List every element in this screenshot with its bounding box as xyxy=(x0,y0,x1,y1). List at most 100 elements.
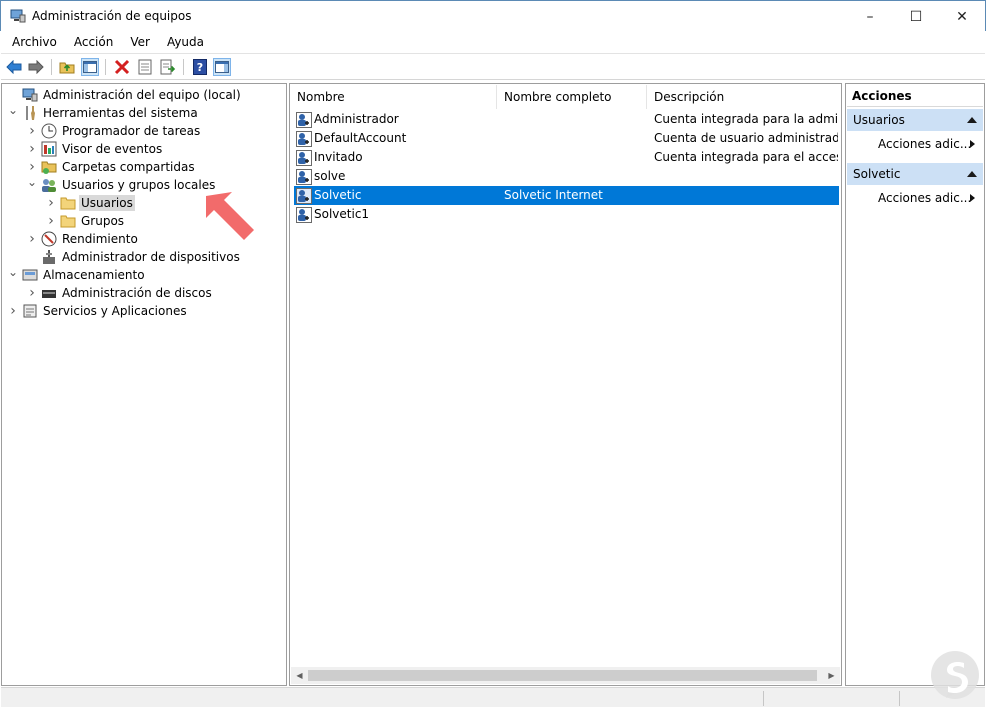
cell-nombre-completo: Solvetic Internet xyxy=(504,188,603,202)
tree-item-label: Almacenamiento xyxy=(43,268,145,282)
chevron-right-icon[interactable]: › xyxy=(25,123,39,139)
tree-item-label: Administración del equipo (local) xyxy=(43,88,241,102)
menu-archivo[interactable]: Archivo xyxy=(3,31,65,53)
shared-folder-icon xyxy=(41,159,57,175)
back-button[interactable] xyxy=(5,58,23,76)
tree-item[interactable]: › Administración de discos xyxy=(25,284,214,302)
storage-icon xyxy=(22,267,38,283)
status-divider xyxy=(899,691,900,706)
services-icon xyxy=(22,303,38,319)
tree-item-label: Usuarios y grupos locales xyxy=(62,178,216,192)
disk-icon xyxy=(41,285,57,301)
help-button[interactable]: ? xyxy=(191,58,209,76)
user-account-icon xyxy=(296,149,312,166)
chevron-right-icon[interactable]: › xyxy=(25,159,39,175)
folder-icon xyxy=(60,213,76,229)
tree-item[interactable]: › Usuarios xyxy=(44,194,135,212)
minimize-icon: – xyxy=(866,8,874,25)
submenu-arrow-icon xyxy=(970,194,975,202)
user-account-icon xyxy=(296,130,312,147)
tree-item-label: Visor de eventos xyxy=(62,142,163,156)
chevron-down-icon[interactable]: ⌄ xyxy=(6,103,20,117)
export-list-button[interactable] xyxy=(159,58,177,76)
tree-item[interactable]: › Carpetas compartidas xyxy=(25,158,197,176)
chevron-right-icon[interactable]: › xyxy=(44,195,58,211)
column-header-nombre-completo[interactable]: Nombre completo xyxy=(497,85,647,109)
help-icon: ? xyxy=(193,59,207,75)
tree-item[interactable]: › Servicios y Aplicaciones xyxy=(6,302,189,320)
table-row[interactable]: Solvetic Solvetic Internet xyxy=(294,186,839,205)
tree-item[interactable]: ⌄ Almacenamiento xyxy=(6,265,147,284)
collapse-up-icon[interactable] xyxy=(967,117,977,123)
menu-bar: Archivo Acción Ver Ayuda xyxy=(1,31,985,53)
chevron-right-icon[interactable]: › xyxy=(25,141,39,157)
show-hide-tree-button[interactable] xyxy=(81,58,99,76)
tree-item-label: Servicios y Aplicaciones xyxy=(43,304,187,318)
table-row[interactable]: solve xyxy=(294,167,839,186)
computer-management-icon xyxy=(10,9,26,23)
user-account-icon xyxy=(296,187,312,204)
table-row[interactable]: Solvetic1 xyxy=(294,205,839,224)
close-button[interactable]: ✕ xyxy=(939,1,985,32)
forward-button[interactable] xyxy=(27,58,45,76)
cell-nombre: Solvetic xyxy=(314,188,362,202)
tree-item[interactable]: ⌄ Usuarios y grupos locales xyxy=(25,175,217,194)
up-level-button[interactable] xyxy=(58,58,76,76)
table-row[interactable]: Administrador Cuenta integrada para la ad… xyxy=(294,110,839,129)
horizontal-scrollbar[interactable]: ◀ ▶ xyxy=(291,667,840,684)
menu-ayuda[interactable]: Ayuda xyxy=(158,31,212,53)
tree-item[interactable]: › Programador de tareas xyxy=(25,122,202,140)
maximize-button[interactable]: ☐ xyxy=(893,1,939,32)
event-viewer-icon xyxy=(41,141,57,157)
column-header-descripcion[interactable]: Descripción xyxy=(647,85,840,109)
chevron-right-icon[interactable]: › xyxy=(44,213,58,229)
title-bar: Administración de equipos – ☐ ✕ xyxy=(0,0,986,31)
console-tree-pane: Administración del equipo (local) ⌄ Herram… xyxy=(1,83,287,686)
folder-icon xyxy=(60,195,76,211)
show-hide-actions-button[interactable] xyxy=(213,58,231,76)
cell-nombre: solve xyxy=(314,169,346,183)
cell-descripcion: Cuenta integrada para la administ... xyxy=(654,112,838,126)
menu-ver[interactable]: Ver xyxy=(121,31,158,53)
scrollbar-thumb[interactable] xyxy=(308,670,817,681)
menu-accion[interactable]: Acción xyxy=(65,31,121,53)
tree-item[interactable]: ⌄ Herramientas del sistema xyxy=(6,103,200,122)
table-row[interactable]: DefaultAccount Cuenta de usuario administ… xyxy=(294,129,839,148)
toolbar-separator xyxy=(51,59,52,75)
tree-item[interactable]: › Grupos xyxy=(44,212,126,230)
toolbar-separator xyxy=(105,59,106,75)
delete-button[interactable] xyxy=(113,58,131,76)
column-header-nombre[interactable]: Nombre xyxy=(290,85,497,109)
toolbar-separator xyxy=(183,59,184,75)
actions-pane: Acciones Usuarios Acciones adic... Solve… xyxy=(845,83,985,686)
red-arrow-annotation-icon xyxy=(206,192,254,240)
chevron-down-icon[interactable]: ⌄ xyxy=(6,265,20,279)
tree-item[interactable]: Administración del equipo (local) xyxy=(6,86,243,104)
table-row[interactable]: Invitado Cuenta integrada para el acceso … xyxy=(294,148,839,167)
actions-item-more-usuarios[interactable]: Acciones adic... xyxy=(847,134,983,154)
scroll-left-icon[interactable]: ◀ xyxy=(291,667,308,684)
chevron-right-icon[interactable]: › xyxy=(25,285,39,301)
properties-button[interactable] xyxy=(136,58,154,76)
tree-item-label: Rendimiento xyxy=(62,232,138,246)
tree-item[interactable]: Administrador de dispositivos xyxy=(25,248,242,266)
properties-icon xyxy=(138,59,152,75)
minimize-button[interactable]: – xyxy=(847,1,893,32)
actions-item-more-solvetic[interactable]: Acciones adic... xyxy=(847,188,983,208)
tree-item[interactable]: › Rendimiento xyxy=(25,230,140,248)
cell-descripcion: Cuenta integrada para el acceso c... xyxy=(654,150,838,164)
actions-section-label: Solvetic xyxy=(853,167,901,181)
delete-x-icon xyxy=(114,59,130,75)
chevron-right-icon[interactable]: › xyxy=(6,303,20,319)
collapse-up-icon[interactable] xyxy=(967,171,977,177)
actions-section-usuarios[interactable]: Usuarios xyxy=(847,109,983,131)
chevron-down-icon[interactable]: ⌄ xyxy=(25,175,39,189)
computer-management-icon xyxy=(22,87,38,103)
chevron-right-icon[interactable]: › xyxy=(25,231,39,247)
actions-section-label: Usuarios xyxy=(853,113,905,127)
tree-item[interactable]: › Visor de eventos xyxy=(25,140,164,158)
actions-section-solvetic[interactable]: Solvetic xyxy=(847,163,983,185)
status-divider xyxy=(763,691,764,706)
scroll-right-icon[interactable]: ▶ xyxy=(823,667,840,684)
